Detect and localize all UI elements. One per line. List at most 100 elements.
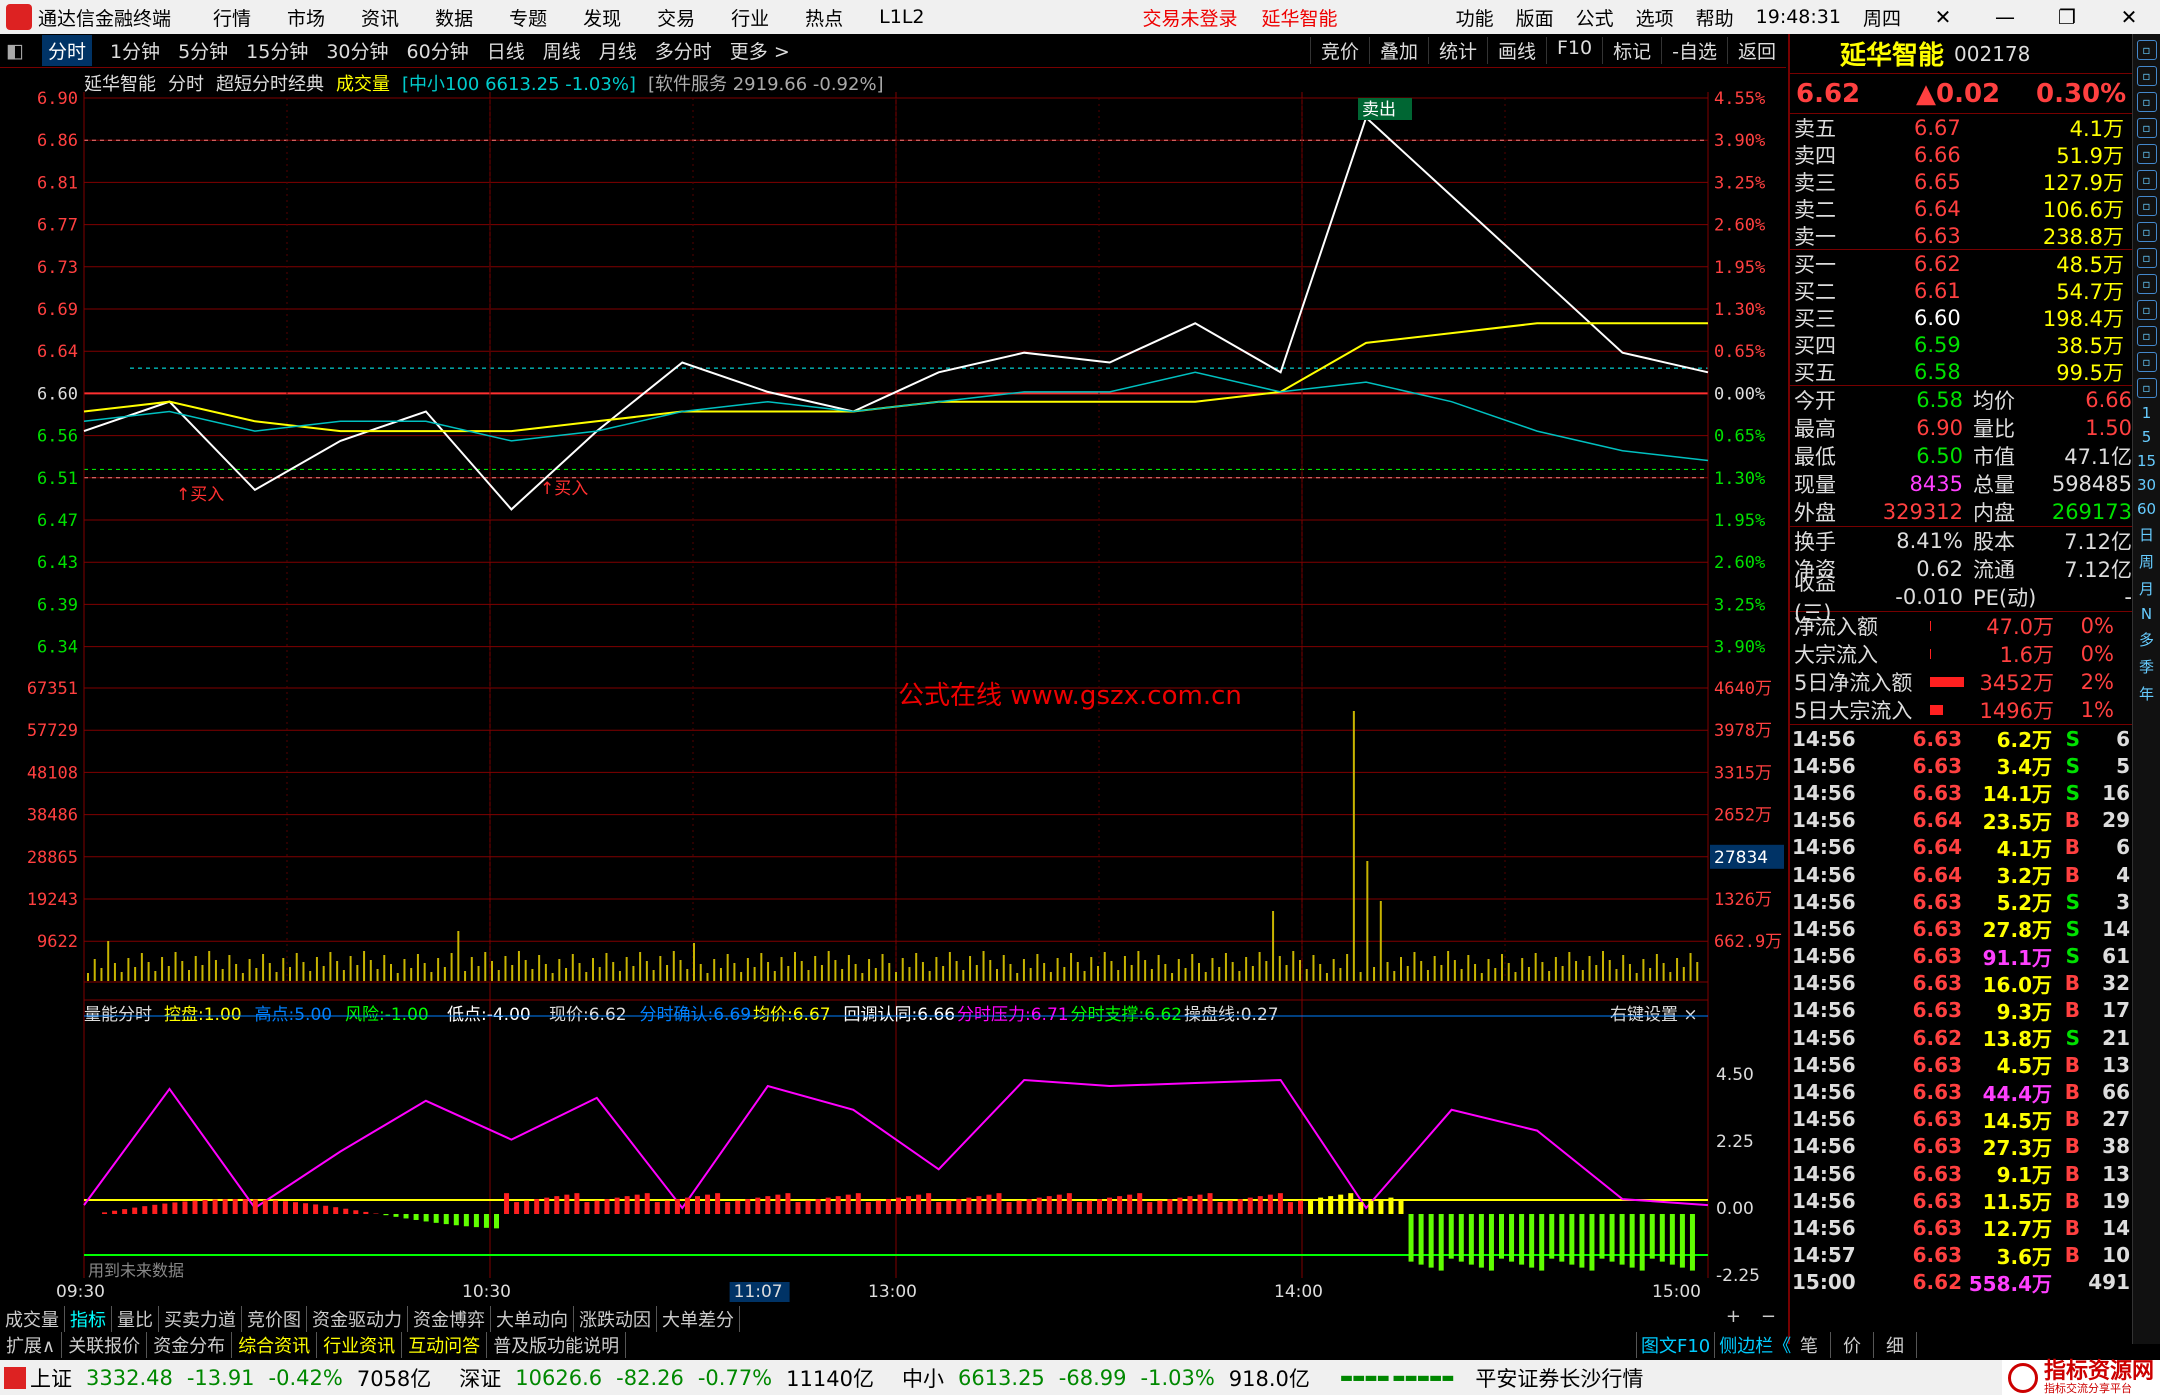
sidebar-period-2[interactable]: 15 [2137, 452, 2156, 470]
menu-item-zhuanti[interactable]: 专题 [509, 4, 547, 31]
panel-toggle-icon[interactable]: ◧ [6, 40, 24, 62]
menu-item-l1l2[interactable]: L1L2 [879, 6, 924, 28]
tab-30min[interactable]: 30分钟 [326, 37, 388, 64]
tool-biaoji[interactable]: 标记 [1602, 37, 1661, 64]
tab-multi[interactable]: 多分时 [655, 37, 712, 64]
tool-f10[interactable]: F10 [1546, 37, 1602, 64]
sidebar-period-1[interactable]: 5 [2142, 428, 2152, 446]
menu-item-faxian[interactable]: 发现 [583, 4, 621, 31]
add-tab-icon[interactable]: + [1716, 1306, 1751, 1332]
indicator-bar [755, 1197, 761, 1214]
tab-f10-text[interactable]: 图文F10 [1636, 1332, 1714, 1358]
sidebar-table-icon[interactable]: ▫ [2136, 274, 2157, 294]
sidebar-grid-icon[interactable]: ▫ [2136, 118, 2157, 138]
extension-tab-3[interactable]: 综合资讯 [232, 1332, 318, 1358]
tool-tongji[interactable]: 统计 [1427, 37, 1487, 64]
tab-5min[interactable]: 5分钟 [178, 37, 228, 64]
tab-more[interactable]: 更多 > [730, 37, 790, 64]
sidebar-period-8[interactable]: N [2141, 605, 2152, 623]
tick-price: 6.63 [1912, 1107, 1962, 1132]
sz-label[interactable]: 深证 [459, 1363, 501, 1393]
sidebar-period-10[interactable]: 季 [2139, 656, 2154, 677]
menu-item-bangzhu[interactable]: 帮助 [1696, 4, 1734, 31]
sidebar-period-0[interactable]: 1 [2142, 404, 2152, 422]
tab-15min[interactable]: 15分钟 [246, 37, 308, 64]
menu-item-xuanxiang[interactable]: 选项 [1636, 4, 1674, 31]
indicator-tab-3[interactable]: 买卖力道 [159, 1306, 242, 1332]
sidebar-collapse-icon[interactable]: ▫ [2136, 40, 2157, 60]
extension-tab-5[interactable]: 互动问答 [402, 1332, 488, 1358]
sidebar-list-icon[interactable]: ▫ [2136, 222, 2157, 242]
indicator-tab-5[interactable]: 资金驱动力 [307, 1306, 408, 1332]
indicator-bar [1368, 1200, 1374, 1214]
tab-xi[interactable]: 细 [1874, 1332, 1917, 1358]
sidebar-period-4[interactable]: 60 [2137, 500, 2156, 518]
sidebar-fin-icon[interactable]: ▫ [2136, 248, 2157, 268]
tab-sidebar[interactable]: 侧边栏《 [1714, 1332, 1795, 1358]
sidebar-chart-icon[interactable]: ▫ [2136, 170, 2157, 190]
sidebar-mag-icon[interactable]: ▫ [2136, 378, 2157, 398]
tool-diejia[interactable]: 叠加 [1368, 37, 1428, 64]
indicator-tab-9[interactable]: 大单差分 [657, 1306, 740, 1332]
overlay-zhongxiao100[interactable]: [中小100 6613.25 -1.03%] [402, 70, 636, 96]
login-warning[interactable]: 交易未登录 [1143, 4, 1238, 31]
sidebar-up-icon[interactable]: ▫ [2136, 66, 2157, 86]
menu-item-redian[interactable]: 热点 [805, 4, 843, 31]
sidebar-period-7[interactable]: 月 [2139, 578, 2154, 599]
tab-1min[interactable]: 1分钟 [110, 37, 160, 64]
extension-tab-1[interactable]: 关联报价 [62, 1332, 148, 1358]
tab-60min[interactable]: 60分钟 [407, 37, 469, 64]
sidebar-calc-icon[interactable]: ▫ [2136, 326, 2157, 346]
menu-item-zixun[interactable]: 资讯 [361, 4, 399, 31]
restore-icon[interactable]: ❐ [2047, 5, 2087, 29]
indicator-tab-4[interactable]: 竞价图 [242, 1306, 307, 1332]
sh-label[interactable]: 上证 [30, 1363, 72, 1393]
extension-tab-2[interactable]: 资金分布 [147, 1332, 233, 1358]
tab-monthly[interactable]: 月线 [599, 37, 637, 64]
tab-jia[interactable]: 价 [1831, 1332, 1874, 1358]
minimize-icon[interactable]: — [1985, 5, 2025, 29]
close-icon[interactable]: ✕ [2109, 5, 2149, 29]
tool-jingjia[interactable]: 竞价 [1309, 37, 1369, 64]
indicator-bar [1237, 1199, 1243, 1214]
menu-item-shichang[interactable]: 市场 [287, 4, 325, 31]
indicator-tab-6[interactable]: 资金博弈 [408, 1306, 491, 1332]
extension-tab-4[interactable]: 行业资讯 [317, 1332, 403, 1358]
tool-huaxian[interactable]: 画线 [1486, 37, 1546, 64]
indicator-tab-8[interactable]: 涨跌动因 [574, 1306, 657, 1332]
sidebar-period-3[interactable]: 30 [2137, 476, 2156, 494]
sidebar-candle-icon[interactable]: ▫ [2136, 196, 2157, 216]
tab-weekly[interactable]: 周线 [543, 37, 581, 64]
indicator-tab-1[interactable]: 指标 [65, 1306, 112, 1332]
tool-zixuan[interactable]: -自选 [1661, 37, 1727, 64]
sidebar-period-5[interactable]: 日 [2139, 524, 2154, 545]
intraday-chart[interactable]: 6.90 4.55% 6.86 3.90% 6.81 3.25% 6.77 2.60% 6.73… [0, 68, 1786, 1304]
menu-item-hangye[interactable]: 行业 [731, 4, 769, 31]
indicator-tab-0[interactable]: 成交量 [0, 1306, 65, 1332]
menu-item-gongshi[interactable]: 公式 [1576, 4, 1614, 31]
menu-item-shuju[interactable]: 数据 [435, 4, 473, 31]
zx-label[interactable]: 中小 [902, 1363, 944, 1393]
close-window-icon[interactable]: ✕ [1923, 5, 1963, 29]
menu-item-hangqing[interactable]: 行情 [213, 4, 251, 31]
tab-bi[interactable]: 笔 [1788, 1332, 1831, 1358]
menu-item-gongneng[interactable]: 功能 [1456, 4, 1494, 31]
indicator-tab-7[interactable]: 大单动向 [491, 1306, 574, 1332]
extension-tab-0[interactable]: 扩展∧ [0, 1332, 63, 1358]
remove-tab-icon[interactable]: − [1751, 1306, 1786, 1332]
menu-item-jiaoyi[interactable]: 交易 [657, 4, 695, 31]
menu-item-banmian[interactable]: 版面 [1516, 4, 1554, 31]
sidebar-period-6[interactable]: 周 [2139, 551, 2154, 572]
overlay-software[interactable]: [软件服务 2919.66 -0.92%] [648, 70, 884, 96]
indicator-tab-2[interactable]: 量比 [112, 1306, 159, 1332]
tab-fenshi[interactable]: 分时 [41, 35, 92, 66]
sidebar-fund-icon[interactable]: ▫ [2136, 352, 2157, 372]
tab-daily[interactable]: 日线 [487, 37, 525, 64]
sidebar-f10-icon[interactable]: ▫ [2136, 300, 2157, 320]
sidebar-down-icon[interactable]: ▫ [2136, 92, 2157, 112]
sidebar-stats-icon[interactable]: ▫ [2136, 144, 2157, 164]
tool-fanhui[interactable]: 返回 [1726, 37, 1786, 64]
extension-tab-6[interactable]: 普及版功能说明 [487, 1332, 627, 1358]
sidebar-period-9[interactable]: 多 [2139, 629, 2154, 650]
sidebar-period-11[interactable]: 年 [2139, 683, 2154, 704]
